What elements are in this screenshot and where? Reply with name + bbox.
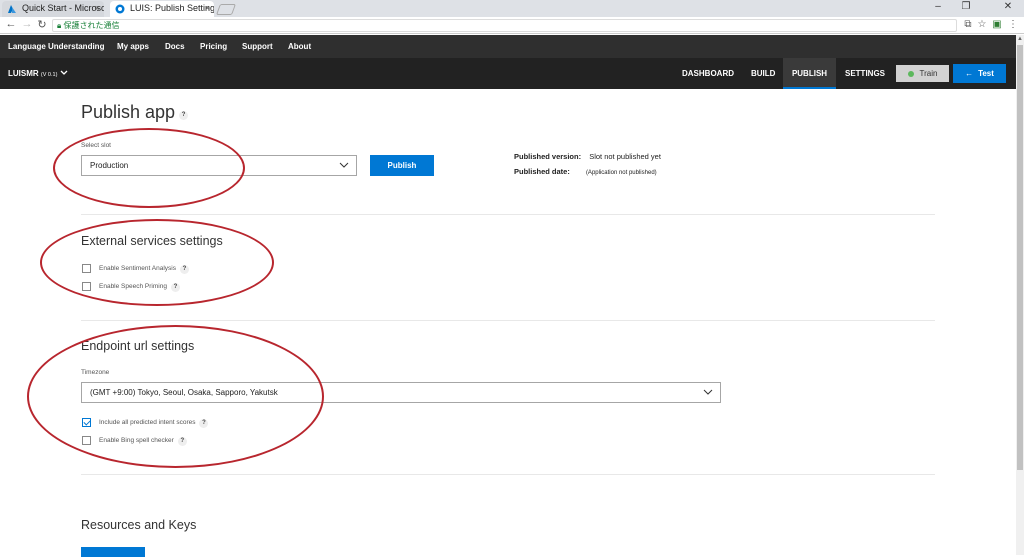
scroll-up-icon[interactable]: ▲ bbox=[1016, 35, 1024, 44]
new-tab-button[interactable] bbox=[215, 4, 237, 15]
page-scrollbar[interactable]: ▲ bbox=[1016, 35, 1024, 555]
help-icon[interactable]: ? bbox=[179, 111, 189, 120]
minimize-icon[interactable]: – bbox=[928, 1, 948, 12]
nav-about[interactable]: About bbox=[288, 35, 311, 58]
lock-icon: 🔒︎ bbox=[57, 21, 62, 30]
app-version: (V 0.1) bbox=[40, 72, 58, 78]
browser-tab-quick-start[interactable]: Quick Start - Microsoft A × bbox=[2, 1, 104, 17]
tab-settings[interactable]: SETTINGS bbox=[845, 58, 885, 89]
annotation-ellipse bbox=[40, 219, 274, 306]
restore-icon[interactable]: ❐ bbox=[956, 1, 976, 12]
published-date-value: (Application not published) bbox=[585, 170, 657, 176]
app-name: LUISMR bbox=[8, 69, 39, 78]
train-button[interactable]: Train bbox=[896, 65, 949, 82]
tab-publish[interactable]: PUBLISH bbox=[783, 58, 836, 89]
reload-icon[interactable]: ↻ bbox=[35, 18, 49, 31]
forward-icon[interactable]: → bbox=[20, 18, 34, 30]
tab-dashboard[interactable]: DASHBOARD bbox=[682, 58, 734, 89]
annotation-ellipse bbox=[27, 325, 324, 468]
extension-icon[interactable]: ▣ bbox=[991, 19, 1003, 30]
bookmark-star-icon[interactable]: ☆ bbox=[976, 19, 988, 30]
luis-icon bbox=[115, 4, 125, 14]
chevron-down-icon bbox=[60, 70, 68, 75]
back-icon[interactable]: ← bbox=[4, 18, 18, 30]
secure-connection-label: 保護された通信 bbox=[63, 21, 120, 30]
tab-build[interactable]: BUILD bbox=[751, 58, 775, 89]
train-status-icon bbox=[907, 70, 914, 77]
browser-tab-luis[interactable]: LUIS: Publish Settings × bbox=[110, 1, 214, 17]
nav-language-understanding[interactable]: Language Understanding bbox=[8, 35, 104, 58]
close-tab-icon[interactable]: × bbox=[205, 1, 210, 16]
browser-tab-title: LUIS: Publish Settings bbox=[130, 3, 214, 13]
published-date-row: Published date: (Application not publish… bbox=[514, 167, 657, 176]
azure-icon bbox=[8, 5, 16, 13]
browser-toolbar: ← → ↻ 🔒︎ 保護された通信 ⧉ ☆ ▣ ⋮ bbox=[0, 17, 1024, 34]
browser-tab-bar: Quick Start - Microsoft A × LUIS: Publis… bbox=[0, 0, 1024, 17]
chevron-down-icon bbox=[703, 389, 713, 395]
published-version-value: Slot not published yet bbox=[589, 152, 661, 161]
chevron-down-icon bbox=[339, 162, 349, 168]
menu-icon[interactable]: ⋮ bbox=[1007, 19, 1019, 30]
close-window-icon[interactable]: ✕ bbox=[998, 1, 1018, 12]
top-navigation: Language Understanding My apps Docs Pric… bbox=[0, 35, 1016, 58]
page-title-text: Publish app bbox=[81, 102, 176, 122]
address-bar[interactable]: 🔒︎ 保護された通信 bbox=[52, 19, 957, 32]
published-version-label: Published version: bbox=[514, 152, 582, 161]
resources-keys-title: Resources and Keys bbox=[81, 518, 197, 532]
published-version-row: Published version: Slot not published ye… bbox=[514, 152, 661, 161]
arrow-left-icon: ← bbox=[965, 69, 974, 78]
section-divider bbox=[81, 474, 935, 475]
translate-icon[interactable]: ⧉ bbox=[962, 19, 974, 30]
nav-support[interactable]: Support bbox=[242, 35, 273, 58]
test-label: Test bbox=[978, 69, 994, 78]
app-selector[interactable]: LUISMR (V 0.1) bbox=[8, 58, 68, 91]
page-title: Publish app? bbox=[81, 102, 189, 123]
scrollbar-thumb[interactable] bbox=[1017, 45, 1023, 470]
browser-tab-title: Quick Start - Microsoft A bbox=[22, 3, 104, 13]
section-divider bbox=[81, 320, 935, 321]
nav-pricing[interactable]: Pricing bbox=[200, 35, 227, 58]
nav-my-apps[interactable]: My apps bbox=[117, 35, 149, 58]
nav-docs[interactable]: Docs bbox=[165, 35, 185, 58]
annotation-ellipse bbox=[53, 128, 245, 208]
app-bar: LUISMR (V 0.1) DASHBOARD BUILD PUBLISH S… bbox=[0, 58, 1016, 89]
close-tab-icon[interactable]: × bbox=[95, 1, 100, 16]
test-button[interactable]: ← Test bbox=[953, 64, 1006, 83]
resources-button[interactable] bbox=[81, 547, 145, 557]
publish-button[interactable]: Publish bbox=[370, 155, 434, 176]
train-label: Train bbox=[919, 69, 938, 78]
section-divider bbox=[81, 214, 935, 215]
published-date-label: Published date: bbox=[514, 167, 570, 176]
